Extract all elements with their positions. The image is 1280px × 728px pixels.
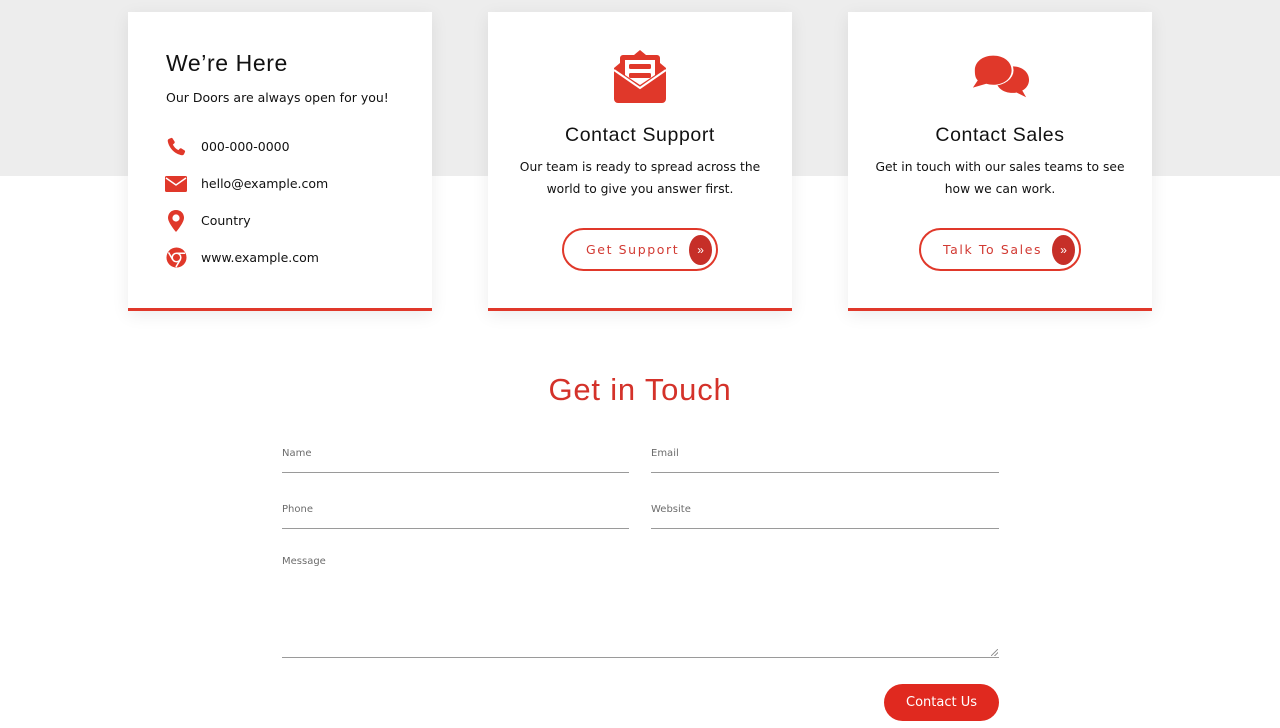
support-card-title: Contact Support: [565, 124, 715, 146]
talk-to-sales-label: Talk To Sales: [943, 242, 1043, 257]
chat-bubbles-icon: [970, 48, 1030, 104]
contact-info-phone: 000-000-0000: [165, 128, 328, 165]
phone-field: [282, 499, 629, 529]
contact-website-text[interactable]: www.example.com: [201, 250, 319, 265]
support-card-description: Our team is ready to spread across the w…: [519, 160, 761, 196]
contact-info-website: www.example.com: [165, 239, 328, 276]
email-field: [651, 443, 999, 473]
contact-info-email: hello@example.com: [165, 165, 328, 202]
map-pin-icon: [165, 209, 187, 233]
phone-icon: [165, 135, 187, 159]
contact-info-location: Country: [165, 202, 328, 239]
contact-phone-text: 000-000-0000: [201, 139, 290, 154]
talk-to-sales-button[interactable]: Talk To Sales »: [919, 228, 1081, 271]
website-input[interactable]: [651, 504, 999, 515]
name-field: [282, 443, 629, 473]
resize-handle-icon[interactable]: [991, 649, 998, 656]
contact-info-list: 000-000-0000 hello@example.com Country w…: [165, 128, 328, 276]
double-chevron-right-icon: »: [1052, 234, 1075, 265]
website-field: [651, 499, 999, 529]
double-chevron-right-icon: »: [689, 234, 712, 265]
get-support-label: Get Support: [586, 242, 680, 257]
contact-location-text: Country: [201, 213, 251, 228]
message-textarea[interactable]: [282, 556, 999, 656]
get-in-touch-heading: Get in Touch: [548, 372, 732, 407]
info-card-title: We’re Here: [166, 50, 288, 76]
contact-email-text[interactable]: hello@example.com: [201, 176, 328, 191]
chrome-icon: [165, 246, 187, 270]
info-card-subtitle: Our Doors are always open for you!: [166, 90, 389, 105]
email-input[interactable]: [651, 448, 999, 459]
phone-input[interactable]: [282, 504, 629, 515]
contact-us-submit-button[interactable]: Contact Us: [884, 684, 999, 721]
open-envelope-icon: [610, 48, 670, 104]
get-support-button[interactable]: Get Support »: [562, 228, 718, 271]
sales-card: Contact Sales Get in touch with our sale…: [848, 12, 1152, 311]
message-field: [282, 556, 999, 658]
sales-card-title: Contact Sales: [935, 124, 1065, 146]
sales-card-description: Get in touch with our sales teams to see…: [875, 160, 1125, 196]
info-card: We’re Here Our Doors are always open for…: [128, 12, 432, 311]
support-card: Contact Support Our team is ready to spr…: [488, 12, 792, 311]
envelope-icon: [165, 172, 187, 196]
name-input[interactable]: [282, 448, 629, 459]
